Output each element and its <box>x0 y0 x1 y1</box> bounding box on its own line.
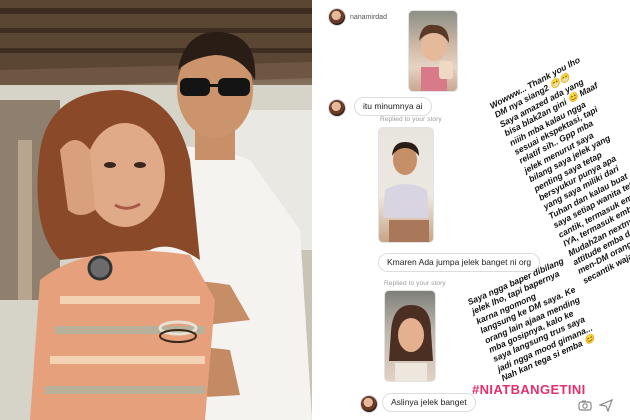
send-icon[interactable] <box>597 398 614 413</box>
user-avatar-3[interactable] <box>360 395 378 413</box>
story-screenshot: nanamirdad itu minumnya ai Wowww... Than… <box>320 0 630 420</box>
camera-glyph <box>578 400 592 411</box>
panel-divider <box>312 0 320 420</box>
couple-photo <box>0 0 312 420</box>
story-thumbnail-3[interactable] <box>384 290 436 382</box>
username: nanamirdad <box>350 14 387 21</box>
story-caption-1: Wowww... Thank you lho DM nya siang2 😁😁 … <box>488 54 630 286</box>
thumbnail-woman-image <box>389 305 433 381</box>
thumbnail-man-image <box>383 142 429 242</box>
message-bubble-2[interactable]: Kmaren Ada jumpa jelek banget ni org <box>378 253 541 272</box>
user-avatar[interactable] <box>328 8 346 26</box>
replied-label-1: Replied to your story <box>380 116 442 123</box>
hashtag-text: #NIATBANGETINI <box>472 382 586 397</box>
replied-label-2: Replied to your story <box>384 280 446 287</box>
user-avatar-2[interactable] <box>328 99 346 117</box>
message-bubble-3[interactable]: Aslinya jelek banget <box>382 393 476 412</box>
message-bubble-1[interactable]: itu minumnya ai <box>354 97 432 116</box>
send-glyph <box>597 398 614 413</box>
photo-illustration <box>0 0 312 420</box>
story-thumbnail-2[interactable] <box>378 127 434 243</box>
story-thumbnail-1[interactable] <box>408 10 458 92</box>
thumbnail-girl-image <box>419 24 453 91</box>
camera-icon[interactable] <box>578 398 592 412</box>
